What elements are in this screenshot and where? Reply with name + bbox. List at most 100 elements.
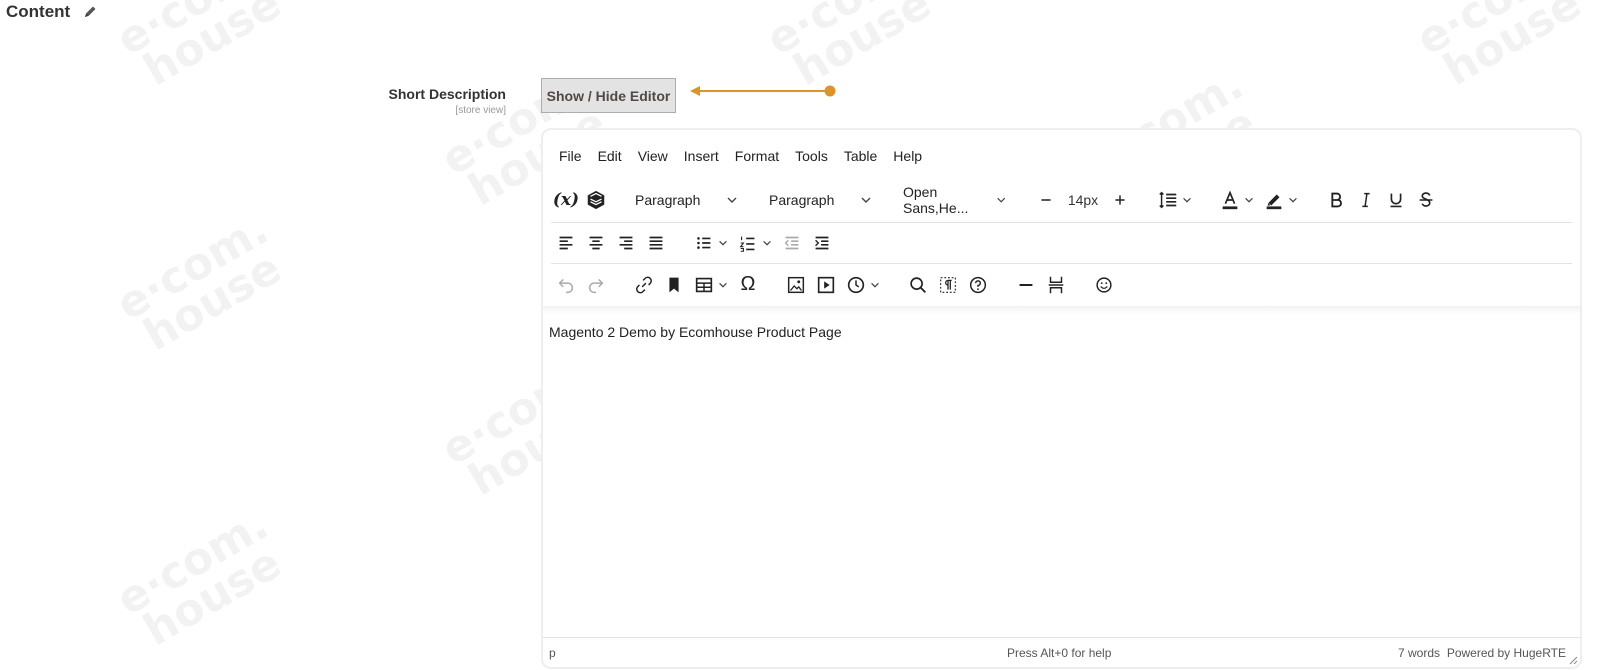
line-height-button[interactable] bbox=[1153, 184, 1197, 216]
undo-button[interactable] bbox=[551, 269, 581, 301]
bold-button[interactable] bbox=[1321, 184, 1351, 216]
chevron-down-icon bbox=[1245, 197, 1253, 203]
special-character-button[interactable]: Ω bbox=[733, 269, 763, 301]
emoticons-button[interactable] bbox=[1089, 269, 1119, 301]
chevron-down-icon bbox=[871, 282, 879, 288]
strikethrough-button[interactable] bbox=[1411, 184, 1441, 216]
font-family-select[interactable]: Open Sans,He... bbox=[897, 184, 1013, 216]
word-count[interactable]: 7 words bbox=[1398, 646, 1440, 660]
visual-chars-button[interactable] bbox=[933, 269, 963, 301]
text-color-icon bbox=[1222, 190, 1238, 210]
link-button[interactable] bbox=[629, 269, 659, 301]
menu-table[interactable]: Table bbox=[836, 144, 885, 170]
omega-icon: Ω bbox=[740, 273, 756, 295]
block-format-select[interactable]: Paragraph bbox=[629, 184, 745, 216]
pencil-icon[interactable] bbox=[82, 4, 98, 20]
menu-help[interactable]: Help bbox=[885, 144, 930, 170]
undo-icon bbox=[558, 278, 574, 293]
editor-menubar: File Edit View Insert Format Tools Table… bbox=[543, 144, 930, 170]
align-right-button[interactable] bbox=[611, 227, 641, 259]
show-hide-editor-button[interactable]: Show / Hide Editor bbox=[541, 78, 676, 113]
outdent-icon bbox=[784, 236, 799, 249]
menu-insert[interactable]: Insert bbox=[676, 144, 727, 170]
align-center-icon bbox=[589, 236, 603, 249]
paragraph-style-select[interactable]: Paragraph bbox=[763, 184, 879, 216]
chevron-down-icon bbox=[861, 197, 871, 203]
watermark: e·com.house bbox=[108, 498, 290, 657]
image-icon bbox=[787, 276, 805, 293]
outdent-button[interactable] bbox=[777, 227, 807, 259]
font-size-increase-button[interactable] bbox=[1105, 184, 1135, 216]
align-left-button[interactable] bbox=[551, 227, 581, 259]
watermark: e·com.house bbox=[1408, 0, 1590, 97]
font-size-control: 14px bbox=[1031, 184, 1135, 216]
plus-icon bbox=[1115, 195, 1125, 205]
paragraph-style-value: Paragraph bbox=[769, 192, 835, 208]
highlighter-icon bbox=[1266, 194, 1282, 210]
font-size-decrease-button[interactable] bbox=[1031, 184, 1061, 216]
page-break-button[interactable] bbox=[1041, 269, 1071, 301]
redo-icon bbox=[588, 278, 604, 293]
editor-content[interactable]: Magento 2 Demo by Ecomhouse Product Page bbox=[549, 324, 842, 340]
strikethrough-icon bbox=[1419, 192, 1433, 207]
section-title: Content bbox=[6, 2, 71, 21]
insert-image-button[interactable] bbox=[781, 269, 811, 301]
numbered-list-button[interactable] bbox=[733, 227, 777, 259]
background-color-button[interactable] bbox=[1259, 184, 1303, 216]
underline-button[interactable] bbox=[1381, 184, 1411, 216]
link-icon bbox=[636, 276, 652, 293]
widget-icon bbox=[587, 190, 605, 210]
watermark: e·com.house bbox=[758, 0, 940, 97]
field-label: Short Description bbox=[388, 86, 506, 102]
resize-handle-icon[interactable] bbox=[1568, 655, 1578, 665]
section-header[interactable]: Content bbox=[6, 2, 98, 22]
toolbar-row-1: (x) Paragraph Paragraph Open Sans,He... … bbox=[551, 180, 1572, 220]
watermark: e·com.house bbox=[108, 203, 290, 362]
insert-datetime-button[interactable] bbox=[841, 269, 885, 301]
toolbar-row-2 bbox=[551, 222, 1572, 262]
align-center-button[interactable] bbox=[581, 227, 611, 259]
scope-label: [store view] bbox=[455, 105, 506, 116]
chevron-down-icon bbox=[996, 197, 1005, 203]
help-hint: Press Alt+0 for help bbox=[1007, 646, 1112, 660]
bullet-list-button[interactable] bbox=[689, 227, 733, 259]
menu-format[interactable]: Format bbox=[727, 144, 787, 170]
powered-by-link[interactable]: Powered by HugeRTE bbox=[1447, 646, 1566, 660]
indent-button[interactable] bbox=[807, 227, 837, 259]
menu-tools[interactable]: Tools bbox=[787, 144, 836, 170]
element-path[interactable]: p bbox=[549, 646, 556, 660]
bullet-list-icon bbox=[697, 236, 711, 249]
numbered-list-icon bbox=[739, 236, 755, 252]
chevron-down-icon bbox=[1183, 197, 1191, 203]
font-size-value[interactable]: 14px bbox=[1065, 192, 1101, 208]
chevron-down-icon bbox=[763, 240, 771, 246]
menu-edit[interactable]: Edit bbox=[590, 144, 630, 170]
bookmark-icon bbox=[669, 277, 679, 292]
insert-media-button[interactable] bbox=[811, 269, 841, 301]
chevron-down-icon bbox=[719, 240, 727, 246]
horizontal-rule-button[interactable] bbox=[1011, 269, 1041, 301]
bookmark-button[interactable] bbox=[659, 269, 689, 301]
redo-button[interactable] bbox=[581, 269, 611, 301]
help-icon bbox=[969, 276, 987, 293]
search-replace-button[interactable] bbox=[903, 269, 933, 301]
text-color-button[interactable] bbox=[1215, 184, 1259, 216]
insert-variable-button[interactable]: (x) bbox=[551, 184, 581, 216]
rich-text-editor: File Edit View Insert Format Tools Table… bbox=[541, 128, 1582, 669]
menu-view[interactable]: View bbox=[630, 144, 676, 170]
editor-statusbar: p Press Alt+0 for help 7 words Powered b… bbox=[543, 637, 1580, 667]
insert-widget-button[interactable] bbox=[581, 184, 611, 216]
align-right-icon bbox=[619, 236, 633, 249]
search-icon bbox=[910, 276, 926, 293]
menu-file[interactable]: File bbox=[551, 144, 590, 170]
underline-icon bbox=[1390, 193, 1402, 208]
help-button[interactable] bbox=[963, 269, 993, 301]
italic-button[interactable] bbox=[1351, 184, 1381, 216]
bold-icon bbox=[1331, 192, 1342, 208]
align-justify-button[interactable] bbox=[641, 227, 671, 259]
table-button[interactable] bbox=[689, 269, 733, 301]
annotation-arrow-icon bbox=[690, 85, 836, 97]
media-icon bbox=[817, 276, 835, 293]
chevron-down-icon bbox=[727, 197, 737, 203]
toolbar-row-3: Ω bbox=[551, 263, 1572, 305]
